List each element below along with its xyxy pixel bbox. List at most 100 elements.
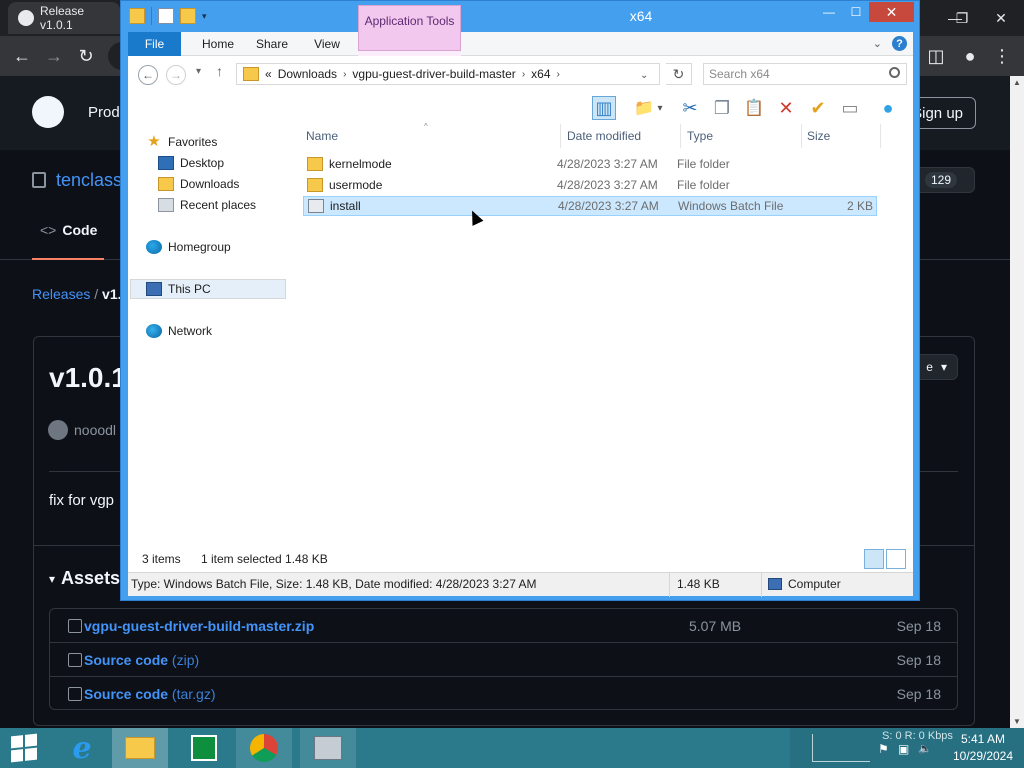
column-header-size[interactable]: Size: [807, 129, 830, 143]
network-status-icon[interactable]: ▣: [898, 742, 909, 756]
refresh-button[interactable]: ↻: [666, 63, 692, 85]
details-view-icon[interactable]: [864, 549, 884, 569]
taskbar-file-explorer[interactable]: [112, 728, 168, 768]
address-bar[interactable]: « Downloads › vgpu-guest-driver-build-ma…: [236, 63, 660, 85]
scroll-down-icon[interactable]: ▼: [1013, 717, 1021, 726]
explorer-maximize-button[interactable]: ☐: [841, 2, 871, 22]
breadcrumb-downloads[interactable]: Downloads: [278, 67, 337, 81]
breadcrumb-chevron-icon[interactable]: ›: [343, 69, 346, 80]
asset-row[interactable]: vgpu-guest-driver-build-master.zip 5.07 …: [50, 609, 957, 643]
layout-pane-icon[interactable]: ▥: [592, 96, 616, 120]
asset-link[interactable]: Source code (zip): [84, 652, 199, 668]
browser-forward-button[interactable]: →: [42, 44, 66, 68]
properties-icon[interactable]: ▭: [838, 96, 862, 120]
asset-row[interactable]: Source code (tar.gz) Sep 18: [50, 677, 957, 711]
breadcrumb-chevron-icon[interactable]: ›: [522, 69, 525, 80]
breadcrumb-chevron-icon[interactable]: ›: [557, 69, 560, 80]
tab-home[interactable]: Home: [194, 32, 242, 56]
back-button[interactable]: ←: [138, 65, 158, 85]
move-to-dropdown-icon[interactable]: ▾: [654, 96, 666, 120]
clock[interactable]: 5:41 AM 10/29/2024: [950, 732, 1016, 763]
github-nav-product[interactable]: Prod: [88, 104, 120, 121]
search-input[interactable]: Search x64: [703, 63, 907, 85]
column-divider[interactable]: [680, 124, 681, 148]
browser-extension-icon[interactable]: ◫: [924, 44, 948, 68]
breadcrumb-vgpu[interactable]: vgpu-guest-driver-build-master: [352, 67, 515, 81]
tab-file[interactable]: File: [128, 32, 181, 56]
browser-menu-icon[interactable]: ⋮: [990, 44, 1014, 68]
release-author[interactable]: nooodl: [48, 420, 116, 440]
browser-profile-icon[interactable]: ●: [958, 44, 982, 68]
taskbar-chrome[interactable]: [236, 728, 292, 768]
nav-favorites[interactable]: ★ Favorites: [146, 134, 217, 149]
explorer-title-bar[interactable]: ▾ x64 — ☐ ✕: [121, 1, 919, 32]
tab-share[interactable]: Share: [250, 32, 294, 56]
new-folder-icon[interactable]: [180, 8, 196, 24]
column-header-name[interactable]: Name: [306, 129, 338, 143]
move-to-icon[interactable]: 📁: [632, 96, 656, 120]
search-icon[interactable]: [889, 67, 900, 78]
assets-toggle[interactable]: ▾ Assets: [49, 568, 120, 589]
recent-locations-icon[interactable]: ▾: [196, 66, 201, 77]
code-icon: <>: [40, 222, 57, 238]
start-button[interactable]: [0, 728, 48, 768]
properties-icon[interactable]: [158, 8, 174, 24]
star-count: 129: [925, 172, 958, 188]
column-divider[interactable]: [801, 124, 802, 148]
file-row-selected[interactable]: install 4/28/2023 3:27 AM Windows Batch …: [303, 196, 877, 216]
asset-link[interactable]: Source code (tar.gz): [84, 686, 216, 702]
asset-row[interactable]: Source code (zip) Sep 18: [50, 643, 957, 677]
nav-this-pc[interactable]: This PC: [146, 282, 211, 296]
nav-network[interactable]: Network: [146, 324, 212, 338]
help-icon[interactable]: ?: [892, 36, 907, 51]
large-icons-view-icon[interactable]: [886, 549, 906, 569]
taskbar-store[interactable]: [176, 728, 232, 768]
address-dropdown-icon[interactable]: ⌄: [640, 70, 648, 81]
explorer-close-button[interactable]: ✕: [869, 2, 914, 22]
folder-icon[interactable]: [129, 8, 145, 24]
paste-icon[interactable]: 📋: [742, 96, 766, 120]
nav-downloads[interactable]: Downloads: [158, 177, 239, 191]
nav-homegroup[interactable]: Homegroup: [146, 240, 231, 254]
column-header-type[interactable]: Type: [687, 129, 713, 143]
file-date: 4/28/2023 3:27 AM: [557, 157, 658, 171]
column-divider[interactable]: [560, 124, 561, 148]
expand-ribbon-icon[interactable]: ⌄: [873, 37, 882, 50]
browser-back-button[interactable]: ←: [10, 44, 34, 68]
repo-name-link[interactable]: tenclass: [56, 170, 122, 191]
column-header-date[interactable]: Date modified: [567, 129, 641, 143]
browser-tab[interactable]: Release v1.0.1: [8, 2, 120, 34]
breadcrumb-releases[interactable]: Releases: [32, 286, 90, 302]
breadcrumb-x64[interactable]: x64: [531, 67, 550, 81]
address-prefix[interactable]: «: [265, 67, 272, 81]
action-center-flag-icon[interactable]: ⚑: [878, 742, 889, 756]
page-scrollbar[interactable]: ▲ ▼: [1010, 76, 1024, 728]
browser-reload-button[interactable]: ↻: [74, 44, 98, 68]
asset-name: Source code: [84, 686, 169, 702]
status-bar: 3 items 1 item selected 1.48 KB: [128, 540, 913, 572]
tab-code[interactable]: <> Code: [32, 222, 104, 260]
cut-icon[interactable]: ✂: [678, 96, 702, 120]
network-globe-icon[interactable]: ●: [876, 96, 900, 120]
taskbar-server-manager[interactable]: [300, 728, 356, 768]
browser-close-button[interactable]: ✕: [978, 0, 1024, 36]
column-divider[interactable]: [880, 124, 881, 148]
rename-icon[interactable]: ✔: [806, 96, 830, 120]
nav-desktop[interactable]: Desktop: [158, 156, 224, 170]
tab-view[interactable]: View: [305, 32, 349, 56]
nav-recent-places[interactable]: Recent places: [158, 198, 256, 212]
explorer-minimize-button[interactable]: —: [814, 2, 844, 22]
asset-link[interactable]: vgpu-guest-driver-build-master.zip: [84, 618, 314, 634]
copy-icon[interactable]: ❐: [710, 96, 734, 120]
forward-button[interactable]: →: [166, 65, 186, 85]
clock-date: 10/29/2024: [952, 749, 1014, 763]
delete-icon[interactable]: ✕: [774, 96, 798, 120]
scroll-up-icon[interactable]: ▲: [1013, 78, 1021, 87]
file-row[interactable]: usermode 4/28/2023 3:27 AM File folder: [303, 175, 877, 195]
file-row[interactable]: kernelmode 4/28/2023 3:27 AM File folder: [303, 154, 877, 174]
up-button[interactable]: ↑: [216, 63, 223, 79]
volume-icon[interactable]: 🔈: [918, 742, 932, 755]
github-logo-icon[interactable]: [32, 96, 64, 128]
qat-dropdown-icon[interactable]: ▾: [202, 11, 207, 22]
taskbar-internet-explorer[interactable]: e: [54, 728, 110, 768]
